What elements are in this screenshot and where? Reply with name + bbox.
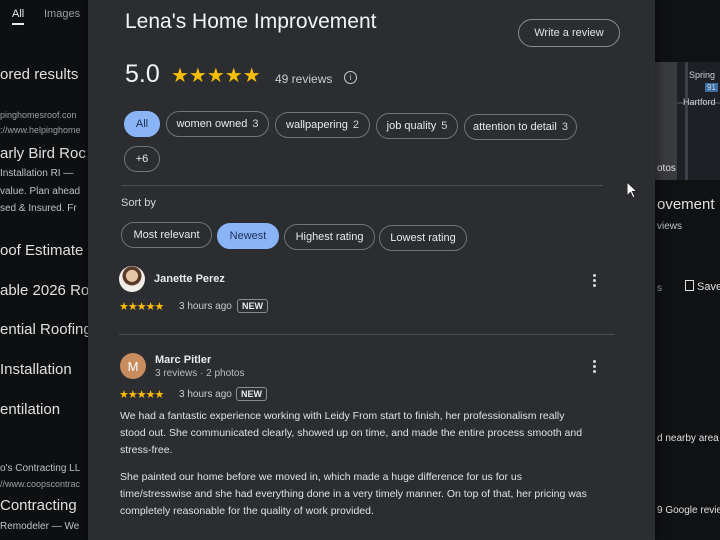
review-time: 3 hours ago [179,389,232,400]
google-reviews-fragment[interactable]: 9 Google review [657,505,720,516]
sort-lowest-rating[interactable]: Lowest rating [379,225,467,251]
save-button[interactable]: Save [685,280,720,293]
chip-label: attention to detail [473,121,557,133]
chip-count: 3 [561,121,568,133]
background-result-text[interactable]: ored results [0,66,78,83]
sort-by-label: Sort by [121,197,156,209]
chip-count: 2 [352,119,359,131]
background-result-text[interactable]: Contracting [0,497,77,514]
rating-value: 5.0 [125,60,160,88]
background-result-text: Installation RI — [0,168,74,179]
background-result-text: ://www.helpinghome [0,125,81,135]
filter-chip-attention-to-detail[interactable]: attention to detail 3 [464,114,577,140]
new-badge: NEW [236,387,267,401]
bookmark-icon [685,280,694,291]
sort-newest[interactable]: Newest [217,223,279,249]
mouse-cursor-icon [626,181,639,199]
business-title-fragment: ovement [657,196,715,213]
divider [121,185,603,186]
chip-label: +6 [135,153,149,165]
background-knowledge-panel: Spring Hartford 91 otos ovement views s … [655,0,720,540]
chip-label: wallpapering [286,119,348,131]
chip-count: 5 [441,120,448,132]
background-result-text: Remodeler — We [0,521,80,532]
review-stars: ★★★★★ [119,301,164,313]
review-text-paragraph: We had a fantastic experience working wi… [120,410,583,456]
filter-chip-job-quality[interactable]: job quality 5 [376,113,458,139]
background-result-text[interactable]: able 2026 Roo [0,282,88,299]
nearby-fragment: d nearby area [657,433,719,444]
map-city-label: Hartford [683,97,716,107]
reviews-dialog: Lena's Home Improvement Write a review 5… [88,0,655,540]
filter-chip-more[interactable]: +6 [124,146,160,172]
info-icon[interactable]: i [344,71,357,84]
reviewer-name[interactable]: Janette Perez [154,273,225,285]
background-result-text: sed & Insured. Fr [0,203,77,214]
background-result-text[interactable]: oof Estimate [0,242,83,259]
tab-images[interactable]: Images [44,8,80,20]
write-review-button[interactable]: Write a review [518,19,620,47]
reviewer-name[interactable]: Marc Pitler [155,354,211,366]
save-label: Save [697,281,720,293]
map-city-label: Spring [689,70,716,80]
background-result-text: value. Plan ahead [0,186,81,197]
chip-label: job quality [386,120,437,132]
more-options-icon[interactable] [593,360,597,375]
background-result-text: o's Contracting LL [0,463,81,474]
photos-label[interactable]: otos [657,163,676,174]
chip-label: Most relevant [133,229,200,241]
background-result-text: //www.coopscontrac [0,479,81,489]
filter-chip-wallpapering[interactable]: wallpapering 2 [275,112,370,138]
business-name: Lena's Home Improvement [125,10,377,33]
map-road [685,62,688,180]
reviews-count: 49 reviews [275,72,333,86]
reviewer-avatar[interactable] [119,266,145,292]
sort-most-relevant[interactable]: Most relevant [121,222,212,248]
chip-label: Newest [229,230,267,242]
new-badge: NEW [237,299,268,313]
divider [119,334,615,335]
background-search-results: All Images ored results pinghomesroof.con… [0,0,88,540]
review-time: 3 hours ago [179,301,232,312]
share-fragment: s [657,283,662,294]
background-result-text[interactable]: Installation [0,361,72,378]
chip-count: 3 [252,118,259,130]
filter-chip-women-owned[interactable]: women owned 3 [166,111,269,137]
tab-all[interactable]: All [12,8,25,25]
reviewer-avatar[interactable]: M [120,353,146,379]
review-stars: ★★★★★ [119,389,164,401]
rating-stars: ★★★★★ [171,65,261,87]
chip-label: Lowest rating [390,232,456,244]
background-result-text[interactable]: ential Roofing [0,321,88,338]
chip-label: women owned [176,118,248,130]
sort-highest-rating[interactable]: Highest rating [284,224,375,250]
review-text-paragraph: She painted our home before we moved in,… [120,471,587,517]
filter-chip-all[interactable]: All [124,111,160,137]
background-result-text[interactable]: entilation [0,401,60,418]
more-options-icon[interactable] [593,274,597,289]
chip-label: All [135,118,149,130]
chip-label: Highest rating [295,231,364,243]
highway-shield: 91 [705,83,718,92]
reviewer-meta: 3 reviews · 2 photos [155,368,245,379]
reviews-fragment[interactable]: views [657,221,682,232]
background-result-text: pinghomesroof.con [0,110,77,120]
background-result-text[interactable]: arly Bird Roc [0,145,86,162]
